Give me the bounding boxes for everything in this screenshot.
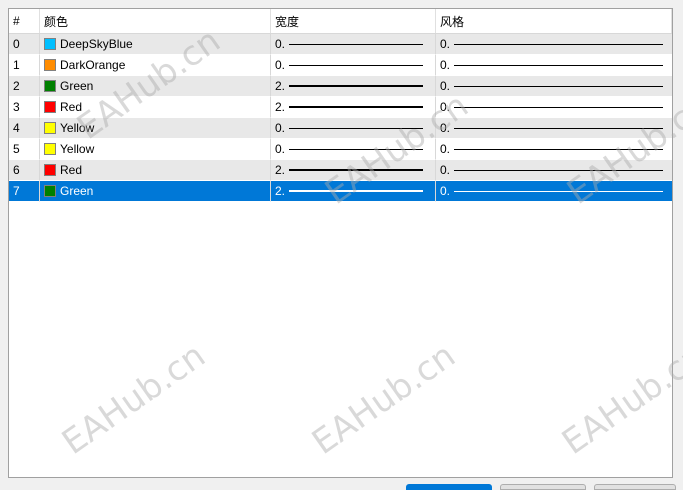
width-cell[interactable]: 0.	[271, 118, 436, 139]
color-swatch	[44, 59, 56, 71]
width-line-preview	[289, 64, 424, 66]
width-line-preview	[289, 169, 424, 171]
width-cell[interactable]: 2.	[271, 181, 436, 202]
color-name: Green	[60, 184, 94, 198]
width-cell[interactable]: 0.	[271, 34, 436, 55]
width-cell[interactable]: 2.	[271, 160, 436, 181]
width-value: 0.	[275, 142, 286, 156]
table-row-selected[interactable]: 7 Green 2. 0.	[9, 181, 672, 202]
table-row[interactable]: 1 DarkOrange 0. 0.	[9, 55, 672, 76]
style-value: 0.	[440, 79, 451, 93]
width-line-preview	[289, 106, 424, 108]
width-value: 2.	[275, 100, 286, 114]
width-cell[interactable]: 2.	[271, 97, 436, 118]
row-index: 3	[9, 97, 40, 118]
color-cell[interactable]: Green	[40, 76, 271, 97]
style-line-preview	[454, 64, 664, 66]
color-swatch	[44, 80, 56, 92]
table-grid: # 颜色 宽度 风格 0 DeepSkyBlue 0. 0. 1 DarkOra…	[9, 9, 672, 202]
header-color[interactable]: 颜色	[40, 9, 271, 33]
color-settings-table: # 颜色 宽度 风格 0 DeepSkyBlue 0. 0. 1 DarkOra…	[8, 8, 673, 478]
table-header: # 颜色 宽度 风格	[9, 9, 672, 34]
color-cell[interactable]: Green	[40, 181, 271, 202]
width-cell[interactable]: 0.	[271, 55, 436, 76]
row-index: 2	[9, 76, 40, 97]
style-value: 0.	[440, 121, 451, 135]
style-cell[interactable]: 0.	[436, 139, 672, 160]
color-name: Yellow	[60, 121, 95, 135]
table-row[interactable]: 3 Red 2. 0.	[9, 97, 672, 118]
style-cell[interactable]: 0.	[436, 34, 672, 55]
color-name: Red	[60, 100, 83, 114]
color-cell[interactable]: Red	[40, 160, 271, 181]
width-value: 2.	[275, 163, 286, 177]
header-width[interactable]: 宽度	[271, 9, 436, 33]
style-line-preview	[454, 148, 664, 150]
row-index: 1	[9, 55, 40, 76]
color-swatch	[44, 185, 56, 197]
style-line-preview	[454, 85, 664, 87]
color-swatch	[44, 122, 56, 134]
style-line-preview	[454, 169, 664, 171]
row-index: 0	[9, 34, 40, 55]
width-value: 0.	[275, 121, 286, 135]
table-row[interactable]: 0 DeepSkyBlue 0. 0.	[9, 34, 672, 55]
header-style[interactable]: 风格	[436, 9, 672, 33]
color-name: DarkOrange	[60, 58, 126, 72]
width-value: 0.	[275, 58, 286, 72]
width-line-preview	[289, 190, 424, 192]
style-value: 0.	[440, 100, 451, 114]
width-cell[interactable]: 2.	[271, 76, 436, 97]
color-name: DeepSkyBlue	[60, 37, 133, 51]
style-line-preview	[454, 106, 664, 108]
cancel-button[interactable]	[500, 484, 586, 490]
style-cell[interactable]: 0.	[436, 97, 672, 118]
width-line-preview	[289, 127, 424, 129]
row-index: 5	[9, 139, 40, 160]
style-value: 0.	[440, 184, 451, 198]
style-line-preview	[454, 190, 664, 192]
color-cell[interactable]: Yellow	[40, 118, 271, 139]
color-cell[interactable]: Red	[40, 97, 271, 118]
row-index: 6	[9, 160, 40, 181]
width-value: 2.	[275, 79, 286, 93]
ok-button[interactable]	[406, 484, 492, 490]
style-value: 0.	[440, 58, 451, 72]
width-cell[interactable]: 0.	[271, 139, 436, 160]
color-swatch	[44, 38, 56, 50]
width-line-preview	[289, 148, 424, 150]
table-row[interactable]: 6 Red 2. 0.	[9, 160, 672, 181]
table-row[interactable]: 4 Yellow 0. 0.	[9, 118, 672, 139]
style-value: 0.	[440, 163, 451, 177]
color-swatch	[44, 164, 56, 176]
style-cell[interactable]: 0.	[436, 181, 672, 202]
width-value: 0.	[275, 37, 286, 51]
width-line-preview	[289, 43, 424, 45]
color-swatch	[44, 143, 56, 155]
style-line-preview	[454, 43, 664, 45]
style-value: 0.	[440, 142, 451, 156]
reset-button[interactable]	[594, 484, 676, 490]
style-line-preview	[454, 127, 664, 129]
color-cell[interactable]: DarkOrange	[40, 55, 271, 76]
row-index: 7	[9, 181, 40, 202]
color-name: Red	[60, 163, 83, 177]
color-swatch	[44, 101, 56, 113]
width-value: 2.	[275, 184, 286, 198]
header-index[interactable]: #	[9, 9, 40, 33]
style-cell[interactable]: 0.	[436, 160, 672, 181]
color-name: Green	[60, 79, 94, 93]
color-cell[interactable]: DeepSkyBlue	[40, 34, 271, 55]
style-cell[interactable]: 0.	[436, 118, 672, 139]
width-line-preview	[289, 85, 424, 87]
style-value: 0.	[440, 37, 451, 51]
row-index: 4	[9, 118, 40, 139]
style-cell[interactable]: 0.	[436, 55, 672, 76]
table-row[interactable]: 2 Green 2. 0.	[9, 76, 672, 97]
color-cell[interactable]: Yellow	[40, 139, 271, 160]
color-name: Yellow	[60, 142, 95, 156]
table-row[interactable]: 5 Yellow 0. 0.	[9, 139, 672, 160]
style-cell[interactable]: 0.	[436, 76, 672, 97]
